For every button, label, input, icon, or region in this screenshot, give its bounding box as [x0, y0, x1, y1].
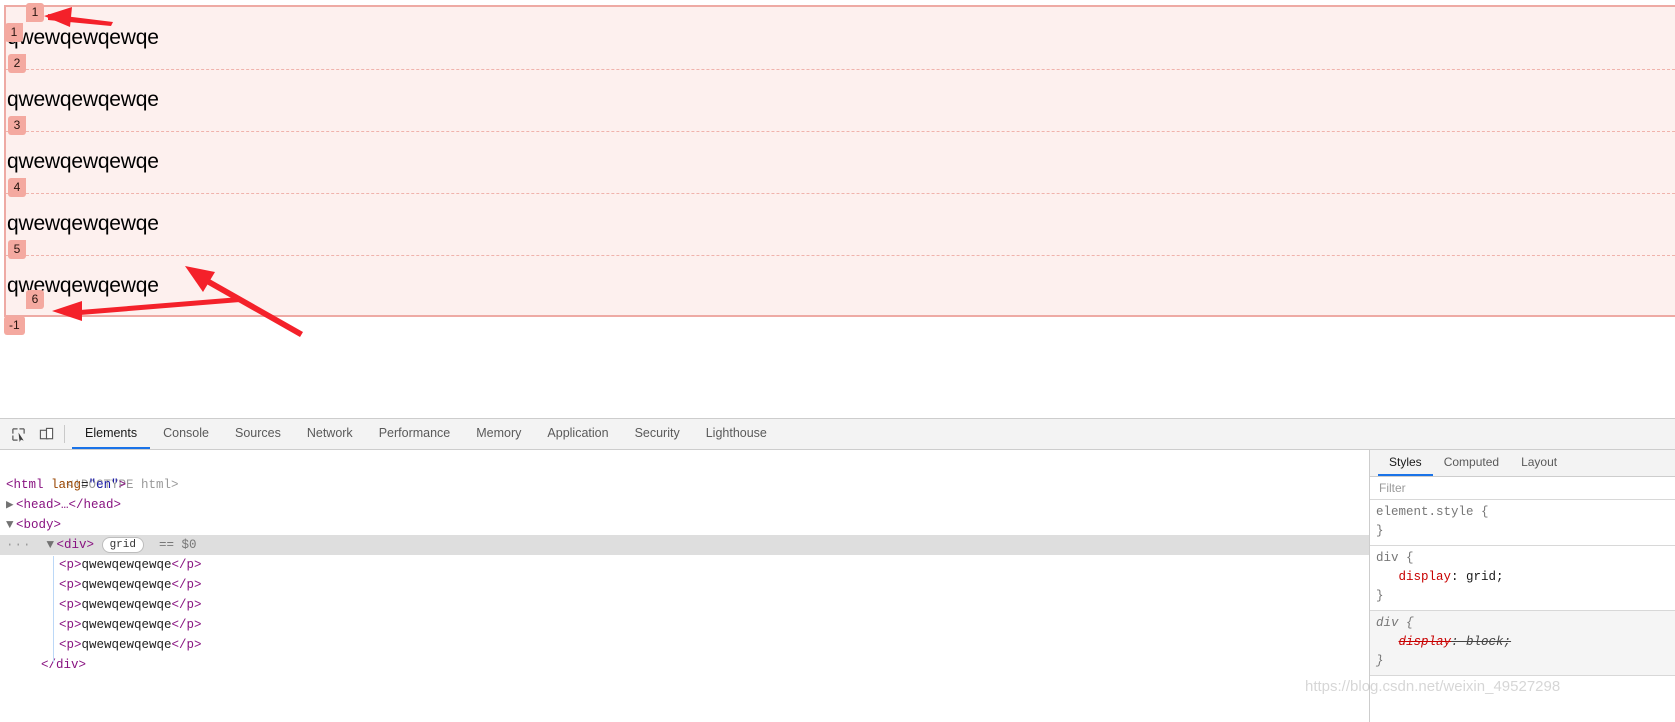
devtools-toolbar: Elements Console Sources Network Perform… — [0, 419, 1675, 450]
p-tag-open: <p> — [59, 618, 82, 632]
p-tag-close: </p> — [171, 618, 202, 632]
css-close-brace: } — [1376, 589, 1384, 603]
grid-row: qwewqewqewqe — [6, 69, 1675, 131]
tab-lighthouse[interactable]: Lighthouse — [693, 419, 780, 449]
toolbar-separator — [64, 425, 65, 443]
grid-row-badge-3: 3 — [8, 116, 26, 135]
p-tag-open: <p> — [59, 638, 82, 652]
html-lang-attr: lang — [51, 478, 82, 492]
dom-line-p[interactable]: <p>qwewqewqewqe</p> — [0, 595, 1369, 615]
dom-line-doctype[interactable]: <!DOCTYPE html> — [0, 455, 1369, 492]
body-tag: <body> — [16, 518, 62, 532]
tab-elements[interactable]: Elements — [72, 419, 151, 449]
tab-computed[interactable]: Computed — [1433, 450, 1510, 476]
selected-node-marker: == $0 — [158, 538, 197, 552]
more-options-dots-icon[interactable]: ··· — [6, 538, 32, 552]
tab-performance[interactable]: Performance — [366, 419, 464, 449]
p-tag-close: </p> — [171, 638, 202, 652]
css-open-brace: { — [1406, 551, 1414, 565]
dom-line-div-close[interactable]: </div> — [0, 655, 1369, 675]
grid-row-badge-6: 6 — [26, 290, 44, 309]
css-rule-div-grid[interactable]: div { display: grid; } — [1370, 546, 1675, 611]
paragraph-text: qwewqewqewqe — [7, 150, 159, 173]
dom-line-p[interactable]: <p>qwewqewqewqe</p> — [0, 635, 1369, 655]
tab-memory[interactable]: Memory — [463, 419, 534, 449]
p-text-node: qwewqewqewqe — [81, 558, 172, 572]
tab-application[interactable]: Application — [534, 419, 621, 449]
css-selector[interactable]: div — [1376, 551, 1399, 565]
css-close-brace: } — [1376, 654, 1384, 668]
grid-row: qwewqewqewqe — [6, 193, 1675, 255]
expand-head-triangle-icon[interactable]: ▶ — [6, 495, 16, 515]
dom-line-head[interactable]: ▶ <head>…</head> — [0, 495, 1369, 515]
p-tag-open: <p> — [59, 598, 82, 612]
grid-container: qwewqewqewqe qwewqewqewqe qwewqewqewqe q… — [4, 5, 1675, 317]
p-tag-close: </p> — [171, 578, 202, 592]
devtools-panel: Elements Console Sources Network Perform… — [0, 418, 1675, 722]
collapse-body-triangle-icon[interactable]: ▼ — [6, 515, 16, 535]
dom-tree-pane: <!DOCTYPE html> <html lang="en"> ▶ <head>… — [0, 450, 1370, 722]
p-text-node: qwewqewqewqe — [81, 638, 172, 652]
css-property[interactable]: display — [1399, 635, 1452, 649]
tab-sources[interactable]: Sources — [222, 419, 294, 449]
devtools-body: <!DOCTYPE html> <html lang="en"> ▶ <head>… — [0, 450, 1675, 722]
css-open-brace: { — [1481, 505, 1489, 519]
grid-badge-toggle[interactable]: grid — [101, 537, 144, 553]
dom-line-div-selected[interactable]: ··· ▼ <div> grid == $0 — [0, 535, 1369, 555]
paragraph-text: qwewqewqewqe — [7, 88, 159, 111]
grid-row-badge-5: 5 — [8, 240, 26, 259]
p-tag-close: </p> — [171, 598, 202, 612]
styles-sidebar-tabs: Styles Computed Layout — [1370, 450, 1675, 477]
collapse-div-triangle-icon[interactable]: ▼ — [47, 535, 57, 555]
grid-row: qwewqewqewqe — [6, 255, 1675, 317]
page-viewport: qwewqewqewqe qwewqewqewqe qwewqewqewqe q… — [0, 0, 1675, 418]
grid-row-badge-1: 1 — [5, 23, 23, 42]
styles-filter-row — [1370, 477, 1675, 500]
head-tag: <head>…</head> — [16, 498, 122, 512]
grid-row-badge-2: 2 — [8, 54, 26, 73]
grid-row: qwewqewqewqe — [6, 131, 1675, 193]
p-tag-close: </p> — [171, 558, 202, 572]
html-lang-value: "en" — [88, 478, 119, 492]
css-open-brace: { — [1406, 616, 1414, 630]
inspect-element-icon[interactable] — [4, 419, 32, 449]
p-tag-open: <p> — [59, 578, 82, 592]
css-value[interactable]: grid; — [1466, 570, 1504, 584]
p-tag-open: <p> — [59, 558, 82, 572]
dom-indent-guide — [53, 556, 54, 663]
tab-styles[interactable]: Styles — [1378, 450, 1433, 476]
html-tag-close: > — [118, 478, 127, 492]
css-rule-div-block-overridden[interactable]: div { display: block; } — [1370, 611, 1675, 676]
css-rule-element-style[interactable]: element.style { } — [1370, 500, 1675, 546]
css-property[interactable]: display — [1399, 570, 1452, 584]
p-text-node: qwewqewqewqe — [81, 578, 172, 592]
grid-row: qwewqewqewqe — [6, 7, 1675, 69]
styles-filter-input[interactable] — [1374, 480, 1671, 496]
grid-negative-badge: -1 — [4, 316, 25, 335]
paragraph-text: qwewqewqewqe — [7, 212, 159, 235]
css-selector[interactable]: div — [1376, 616, 1399, 630]
dom-line-p[interactable]: <p>qwewqewqewqe</p> — [0, 555, 1369, 575]
tab-security[interactable]: Security — [622, 419, 693, 449]
p-text-node: qwewqewqewqe — [81, 618, 172, 632]
div-tag-close: </div> — [41, 658, 87, 672]
css-value[interactable]: block; — [1466, 635, 1511, 649]
device-toolbar-icon[interactable] — [32, 419, 60, 449]
html-tag-open: <html — [6, 478, 44, 492]
p-text-node: qwewqewqewqe — [81, 598, 172, 612]
tab-layout[interactable]: Layout — [1510, 450, 1568, 476]
grid-column-badge-1: 1 — [26, 3, 44, 22]
grid-row-badge-4: 4 — [8, 178, 26, 197]
dom-line-p[interactable]: <p>qwewqewqewqe</p> — [0, 575, 1369, 595]
css-close-brace: } — [1376, 524, 1384, 538]
tab-console[interactable]: Console — [150, 419, 222, 449]
tab-network[interactable]: Network — [294, 419, 366, 449]
dom-line-p[interactable]: <p>qwewqewqewqe</p> — [0, 615, 1369, 635]
dom-line-html[interactable]: <html lang="en"> — [0, 475, 1369, 495]
div-tag: <div> — [56, 538, 95, 552]
dom-line-body[interactable]: ▼ <body> — [0, 515, 1369, 535]
css-selector[interactable]: element.style — [1376, 505, 1474, 519]
paragraph-text: qwewqewqewqe — [7, 26, 159, 49]
styles-sidebar: Styles Computed Layout element.style { }… — [1370, 450, 1675, 722]
